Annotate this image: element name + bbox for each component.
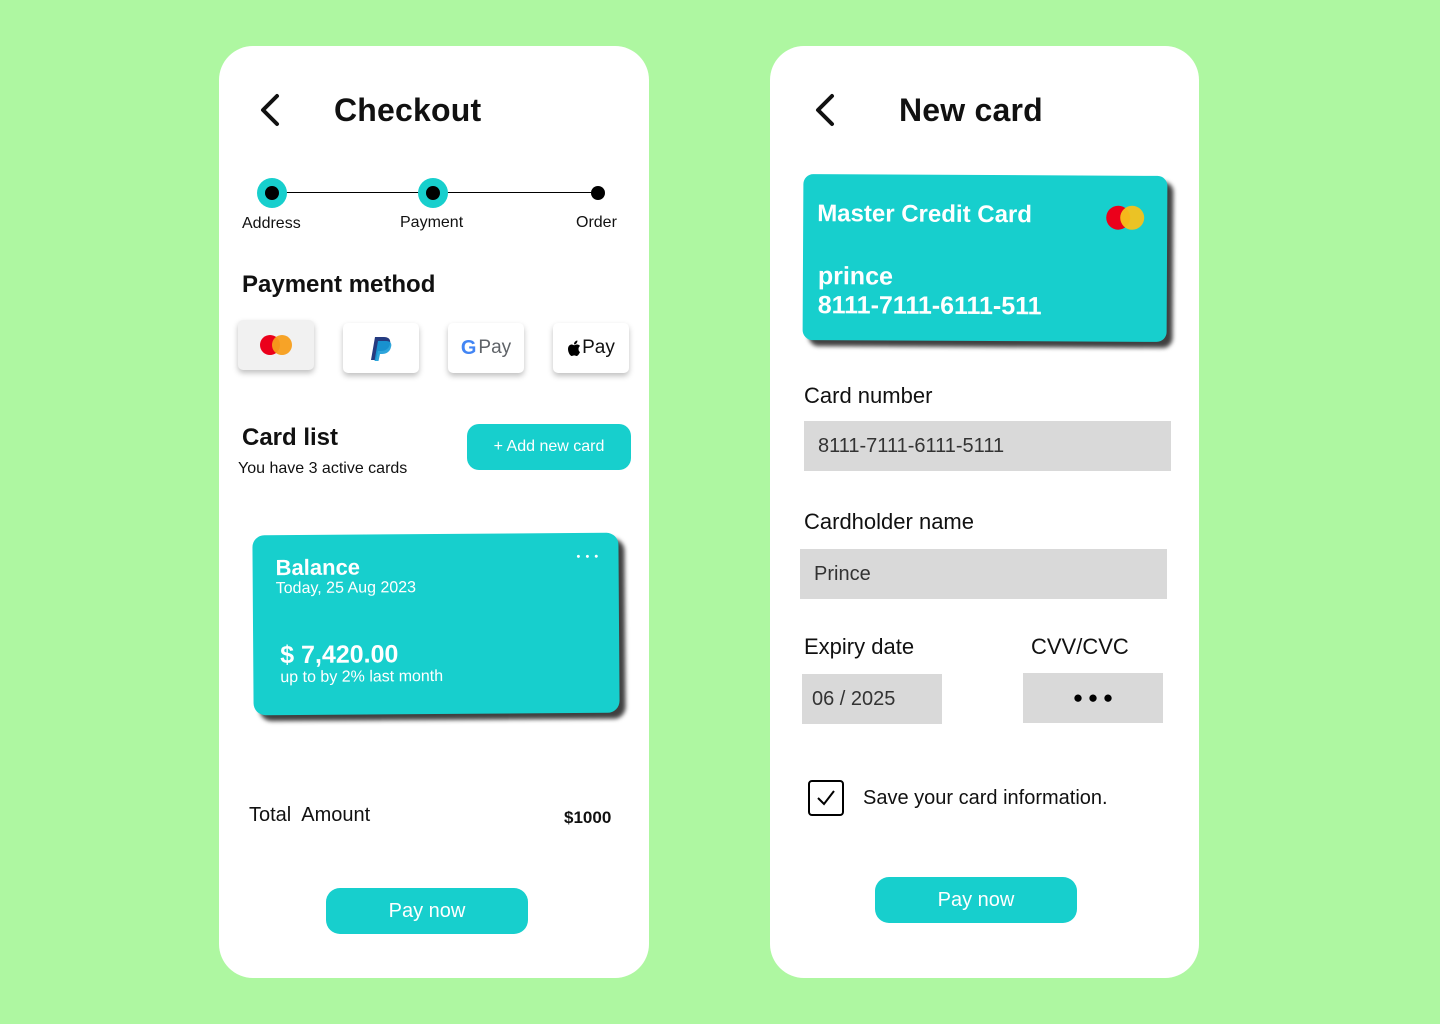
chevron-left-icon xyxy=(816,94,834,126)
cardholder-name-input[interactable]: Prince xyxy=(800,549,1167,599)
cvv-label: CVV/CVC xyxy=(1031,634,1129,659)
card-holder: prince xyxy=(817,262,894,291)
cardholder-name-label: Cardholder name xyxy=(804,509,974,534)
new-card-screen: New card Master Credit Card prince 8111-… xyxy=(770,46,1199,978)
payment-option-mastercard[interactable] xyxy=(238,320,314,370)
card-menu-icon[interactable]: • • • xyxy=(576,551,599,563)
payment-option-gpay[interactable]: G Pay xyxy=(448,323,524,373)
pay-now-button[interactable]: Pay now xyxy=(875,877,1077,923)
back-button[interactable] xyxy=(257,90,287,130)
cvv-input[interactable]: ● ● ● xyxy=(1023,673,1163,723)
balance-amount: $ 7,420.00 xyxy=(280,640,399,670)
card-number-label: Card number xyxy=(804,383,933,408)
pay-now-button[interactable]: Pay now xyxy=(326,888,528,934)
card-number-preview: 8111-7111-6111-511 xyxy=(817,291,1042,321)
payment-option-paypal[interactable] xyxy=(343,323,419,373)
balance-date: Today, 25 Aug 2023 xyxy=(275,579,417,598)
card-number-input[interactable]: 8111-7111-6111-5111 xyxy=(804,421,1171,471)
total-label: Total Amount xyxy=(249,804,371,826)
card-list-heading: Card list xyxy=(242,424,339,451)
step-order-dot[interactable] xyxy=(591,186,605,200)
add-new-card-button[interactable]: + Add new card xyxy=(467,424,631,470)
step-address-label: Address xyxy=(242,215,301,232)
page-title: Checkout xyxy=(334,92,482,128)
mastercard-icon xyxy=(1106,205,1145,230)
total-value: $1000 xyxy=(564,808,612,827)
payment-method-heading: Payment method xyxy=(242,271,436,298)
step-address-dot[interactable] xyxy=(257,178,287,208)
expiry-date-input[interactable]: 06 / 2025 xyxy=(802,674,942,724)
mastercard-icon xyxy=(260,335,292,355)
save-card-label: Save your card information. xyxy=(863,787,1108,809)
step-order-label: Order xyxy=(576,214,617,231)
card-list-subtitle: You have 3 active cards xyxy=(238,460,408,477)
balance-title: Balance xyxy=(275,554,361,581)
expiry-date-label: Expiry date xyxy=(804,634,915,659)
apple-icon xyxy=(568,340,581,356)
balance-note: up to by 2% last month xyxy=(280,667,444,687)
balance-card[interactable]: Balance Today, 25 Aug 2023 • • • $ 7,420… xyxy=(252,532,620,716)
back-button[interactable] xyxy=(812,90,842,130)
gpay-label: Pay xyxy=(478,337,512,358)
card-preview: Master Credit Card prince 8111-7111-6111… xyxy=(802,174,1168,342)
chevron-left-icon xyxy=(261,94,279,126)
checkout-screen: Checkout Address Payment Order Payment m… xyxy=(219,46,649,978)
applepay-label: Pay xyxy=(582,337,615,358)
step-payment-dot[interactable] xyxy=(418,178,448,208)
paypal-icon xyxy=(371,337,392,361)
checkmark-icon xyxy=(817,790,835,806)
payment-option-applepay[interactable]: Pay xyxy=(553,323,629,373)
save-card-checkbox[interactable] xyxy=(808,780,844,816)
card-type: Master Credit Card xyxy=(817,200,1033,229)
google-g-icon: G xyxy=(460,336,477,359)
step-payment-label: Payment xyxy=(400,214,464,231)
page-title: New card xyxy=(899,92,1043,128)
